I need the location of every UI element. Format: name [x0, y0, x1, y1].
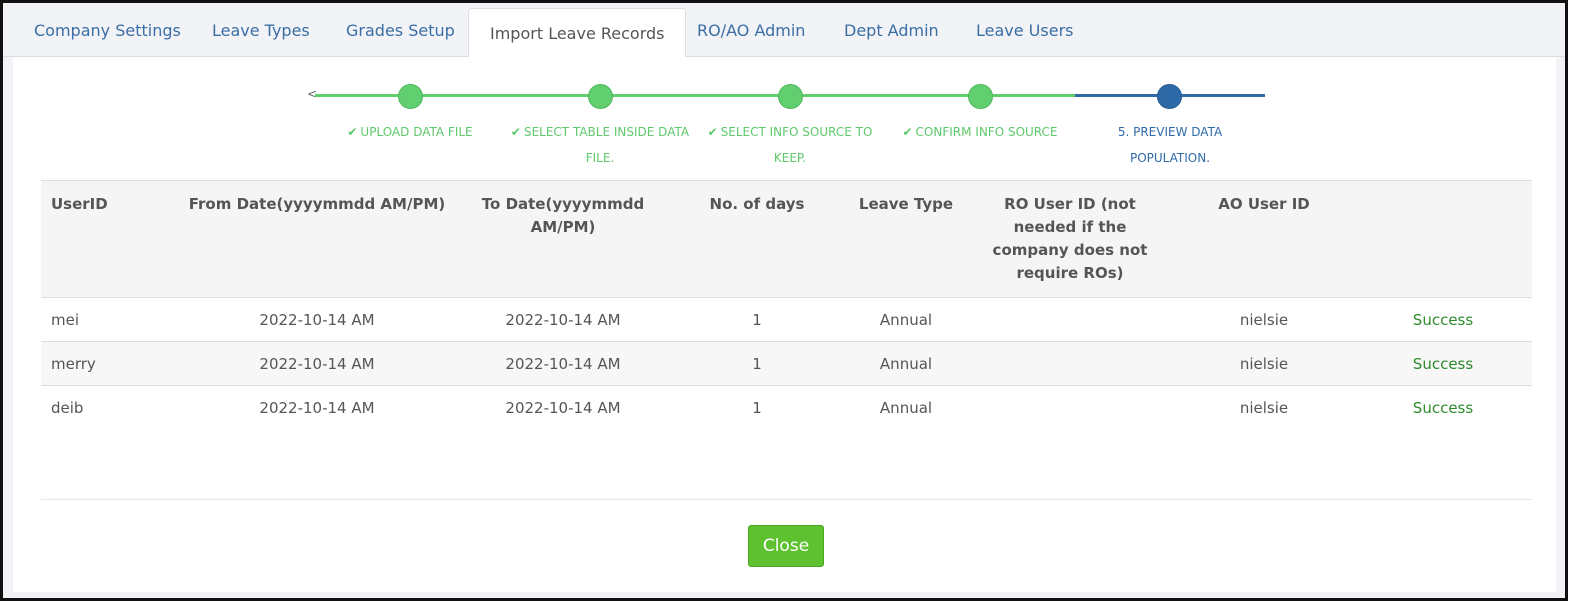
check-icon: ✔ — [902, 125, 913, 139]
content-bottom-gutter — [3, 592, 1565, 598]
content-right-gutter — [1556, 57, 1565, 592]
check-icon: ✔ — [707, 125, 718, 139]
preview-table-container: UserID From Date(yyyymmdd AM/PM) To Date… — [41, 180, 1532, 430]
cell-ro-user-id — [966, 386, 1174, 430]
cell-num-days: 1 — [752, 310, 762, 329]
content-left-gutter — [3, 57, 13, 592]
cell-userid: mei — [51, 310, 80, 329]
cell-ro-user-id — [966, 298, 1174, 342]
cell-to-date: 2022-10-14 AM — [505, 398, 621, 417]
step-2-label: ✔ SELECT TABLE INSIDE DATA FILE. — [510, 125, 690, 165]
step-1-label: ✔ UPLOAD DATA FILE — [347, 125, 473, 139]
close-button[interactable]: Close — [748, 525, 824, 567]
step-4-dot[interactable] — [968, 84, 993, 109]
cell-userid: deib — [51, 398, 84, 417]
cell-userid: merry — [51, 354, 96, 373]
step-4-label: ✔ CONFIRM INFO SOURCE — [902, 125, 1058, 139]
preview-table: UserID From Date(yyyymmdd AM/PM) To Date… — [41, 180, 1532, 430]
tab-leave-users[interactable]: Leave Users — [955, 3, 1094, 57]
tab-grades-setup[interactable]: Grades Setup — [325, 3, 476, 57]
cell-from-date: 2022-10-14 AM — [259, 398, 375, 417]
cell-num-days: 1 — [752, 354, 762, 373]
header-userid: UserID — [51, 195, 108, 213]
table-row: deib 2022-10-14 AM 2022-10-14 AM 1 Annua… — [41, 386, 1532, 430]
tab-bar: Company Settings Leave Types Grades Setu… — [3, 3, 1565, 58]
step-1-dot[interactable] — [398, 84, 423, 109]
header-ro-user-id: RO User ID (not needed if the company do… — [992, 195, 1148, 282]
table-row: mei 2022-10-14 AM 2022-10-14 AM 1 Annual… — [41, 298, 1532, 342]
step-5-label: 5. PREVIEW DATA POPULATION. — [1117, 125, 1223, 165]
step-5-dot[interactable] — [1157, 84, 1182, 109]
check-icon: ✔ — [347, 125, 358, 139]
check-icon: ✔ — [510, 125, 521, 139]
cell-leave-type: Annual — [879, 354, 933, 373]
header-ao-user-id: AO User ID — [1218, 195, 1310, 213]
step-3-dot[interactable] — [778, 84, 803, 109]
cell-ro-user-id — [966, 342, 1174, 386]
tab-dept-admin[interactable]: Dept Admin — [823, 3, 960, 57]
table-row: merry 2022-10-14 AM 2022-10-14 AM 1 Annu… — [41, 341, 1532, 386]
modal-footer-divider — [41, 499, 1532, 500]
header-to-date: To Date(yyyymmdd AM/PM) — [481, 195, 645, 236]
tab-leave-types[interactable]: Leave Types — [191, 3, 331, 57]
table-header-row: UserID From Date(yyyymmdd AM/PM) To Date… — [41, 180, 1532, 298]
header-leave-type: Leave Type — [858, 195, 954, 213]
cell-status: Success — [1412, 398, 1474, 417]
cell-status: Success — [1412, 354, 1474, 373]
cell-num-days: 1 — [752, 398, 762, 417]
cell-from-date: 2022-10-14 AM — [259, 310, 375, 329]
cell-ao-user-id: nielsie — [1239, 354, 1289, 373]
cell-leave-type: Annual — [879, 310, 933, 329]
step-2-dot[interactable] — [588, 84, 613, 109]
cell-to-date: 2022-10-14 AM — [505, 310, 621, 329]
cell-leave-type: Annual — [879, 398, 933, 417]
stepper-progress-done — [315, 94, 1075, 97]
modal-window: Company Settings Leave Types Grades Setu… — [0, 0, 1568, 601]
cell-to-date: 2022-10-14 AM — [505, 354, 621, 373]
header-from-date: From Date(yyyymmdd AM/PM) — [188, 195, 446, 213]
tab-import-leave-records[interactable]: Import Leave Records — [468, 8, 687, 58]
cell-ao-user-id: nielsie — [1239, 310, 1289, 329]
tab-company-settings[interactable]: Company Settings — [13, 3, 202, 57]
tab-ro-ao-admin[interactable]: RO/AO Admin — [676, 3, 826, 57]
header-num-days: No. of days — [709, 195, 805, 213]
step-3-label: ✔ SELECT INFO SOURCE TO KEEP. — [707, 125, 873, 165]
header-status — [1354, 181, 1532, 298]
cell-status: Success — [1412, 310, 1474, 329]
cell-from-date: 2022-10-14 AM — [259, 354, 375, 373]
cell-ao-user-id: nielsie — [1239, 398, 1289, 417]
